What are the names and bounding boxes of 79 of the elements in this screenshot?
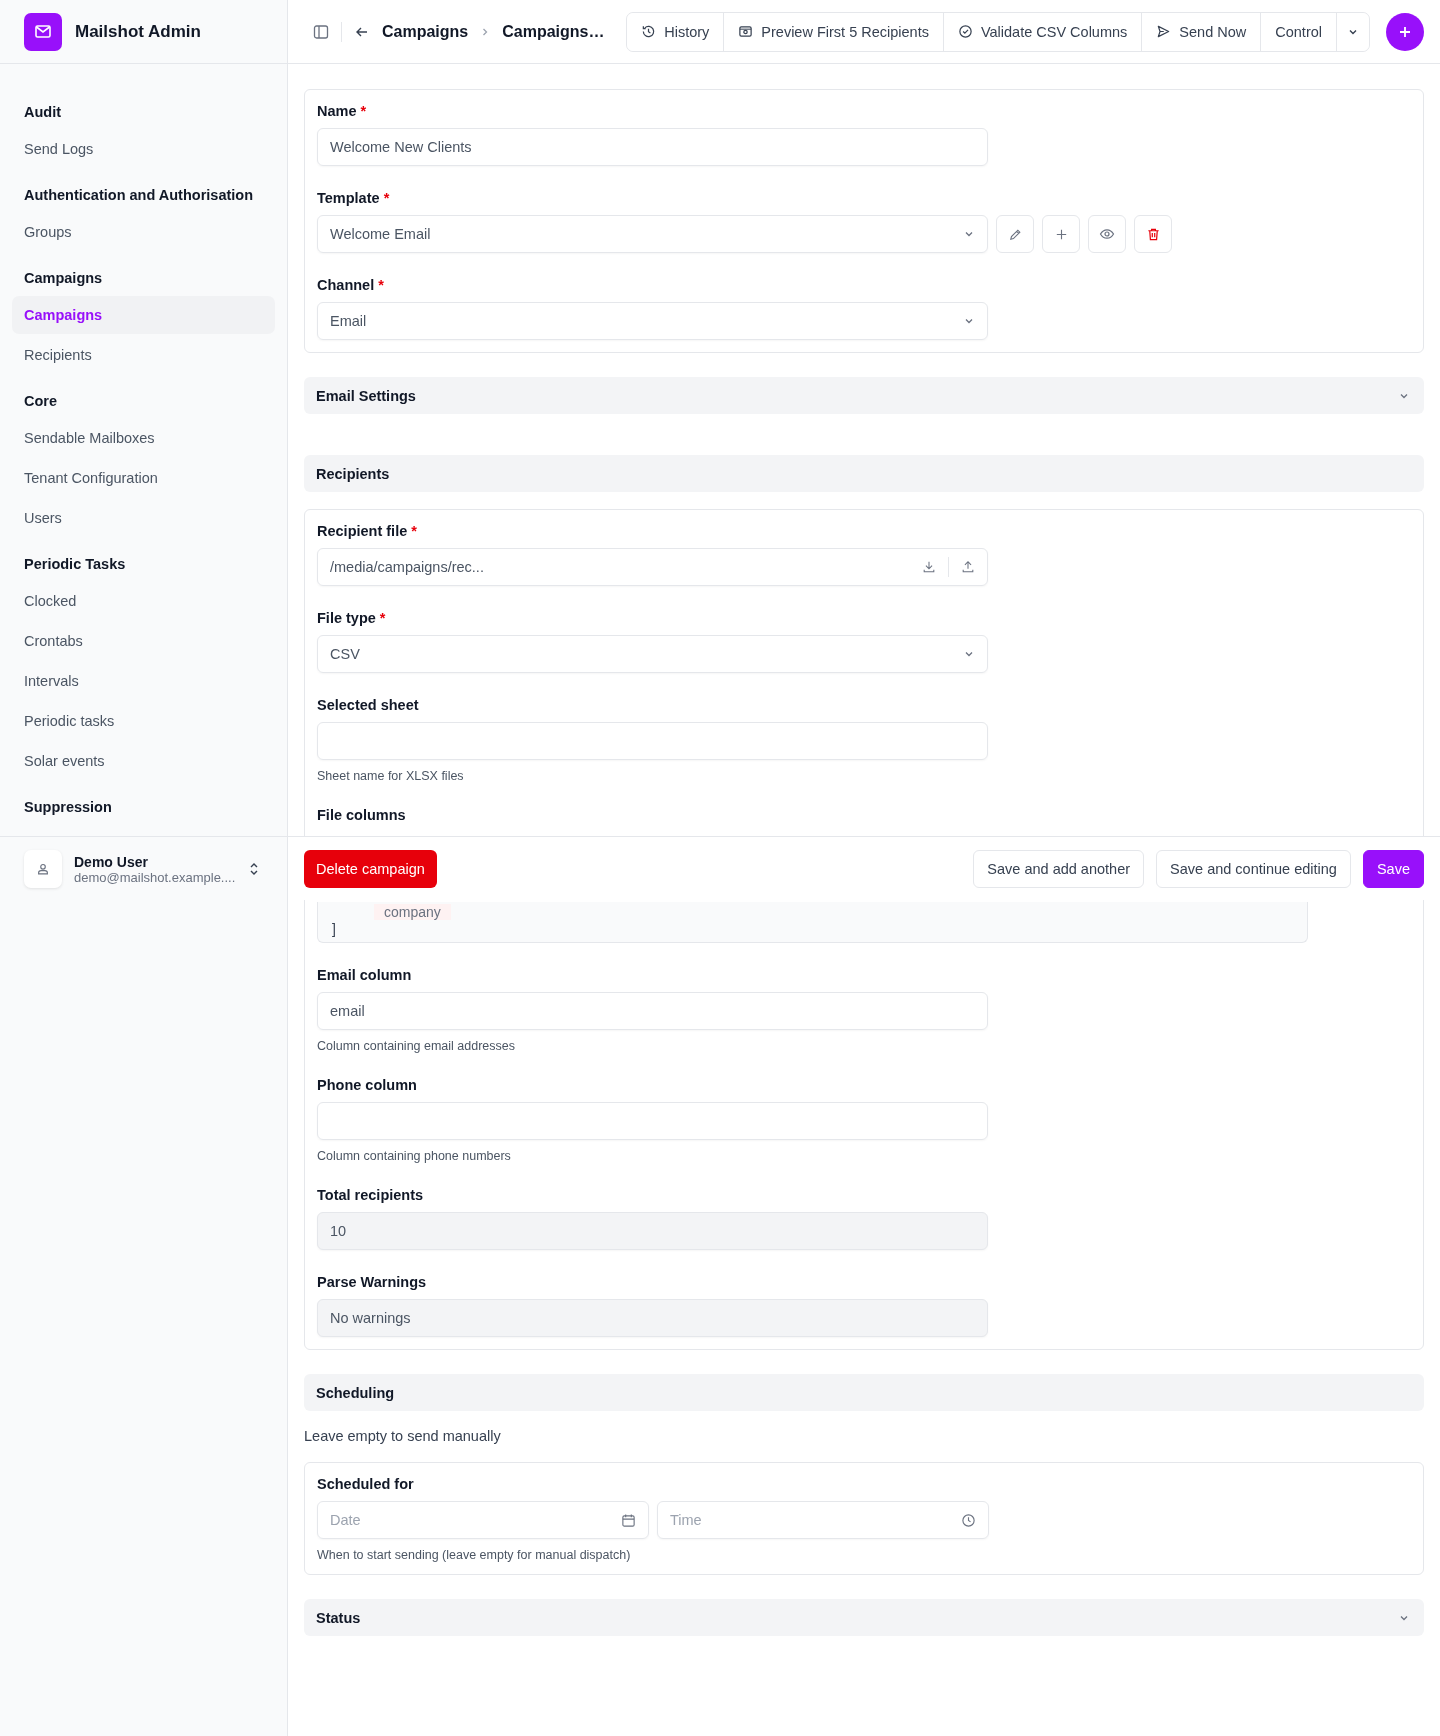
field-label: Channel *	[317, 277, 385, 293]
help-text: Sheet name for XLSX files	[317, 769, 465, 783]
field-label: Recipient file *	[317, 523, 418, 539]
download-icon[interactable]	[922, 560, 936, 574]
eye-icon	[1099, 226, 1115, 242]
upload-icon[interactable]	[961, 560, 975, 574]
sidebar-item[interactable]: Sendable Mailboxes	[12, 419, 275, 457]
help-text: When to start sending (leave empty for manual dispatch)	[317, 1548, 632, 1562]
sidebar-item[interactable]: Solar events	[12, 742, 275, 780]
input-field[interactable]	[317, 722, 988, 760]
sidebar-item[interactable]: Recipients	[12, 336, 275, 374]
clock-icon	[961, 1512, 976, 1528]
app-logo-icon	[24, 12, 62, 51]
field-label: Name *	[317, 103, 368, 119]
input-field: No warnings	[317, 1299, 988, 1337]
save-button[interactable]: Save and continue editing	[1156, 849, 1351, 888]
delete-button[interactable]	[1134, 215, 1172, 253]
sidebar-item[interactable]: Periodic tasks	[12, 702, 275, 740]
field-label: Parse Warnings	[317, 1274, 428, 1290]
nav-section-heading: Suppression	[23, 798, 113, 817]
sidebar-item[interactable]: Groups	[12, 213, 275, 251]
nav-section-heading: Authentication and Authorisation	[23, 186, 255, 205]
sidebar-item[interactable]: Clocked	[12, 582, 275, 620]
sidebar-item[interactable]: Users	[12, 499, 275, 537]
save-button[interactable]: Save	[1362, 849, 1424, 888]
section-header: Recipients	[304, 455, 1424, 492]
check-circle-icon	[957, 24, 973, 39]
file-field[interactable]: /media/campaigns/rec...	[317, 548, 988, 586]
select-field[interactable]: Welcome Email	[317, 215, 988, 253]
section-header: Scheduling	[304, 1374, 1424, 1411]
field-label: Template *	[317, 190, 391, 206]
toolbar-button[interactable]: History	[627, 12, 725, 51]
input-field: 10	[317, 1212, 988, 1250]
section-description: Leave empty to send manually	[304, 1428, 502, 1444]
expand-icon[interactable]	[249, 861, 259, 877]
section-header[interactable]: Email Settings	[304, 377, 1424, 414]
code-text: ]	[332, 920, 337, 938]
preview-icon	[738, 24, 754, 39]
view-button[interactable]	[1088, 215, 1126, 253]
nav-section-heading: Periodic Tasks	[23, 555, 127, 574]
select-field[interactable]: CSV	[317, 635, 988, 673]
sidebar-item[interactable]: Campaigns	[12, 296, 275, 334]
history-icon	[641, 24, 657, 39]
breadcrumb[interactable]: Campaigns	[382, 22, 469, 41]
sidebar-item[interactable]: Crontabs	[12, 622, 275, 660]
field-label: File type *	[317, 610, 387, 626]
user-name: Demo User	[74, 853, 149, 870]
send-icon	[1156, 24, 1172, 39]
code-token: company	[374, 904, 451, 920]
breadcrumb: Campaigns…	[502, 22, 605, 41]
app-title: Mailshot Admin	[75, 21, 201, 42]
add-button[interactable]	[1386, 12, 1424, 51]
save-button[interactable]: Save and add another	[973, 849, 1145, 888]
input-field[interactable]: Welcome New Clients	[317, 128, 988, 166]
delete-campaign-button[interactable]: Delete campaign	[304, 849, 437, 888]
nav-section-heading: Audit	[23, 103, 63, 122]
nav-section-heading: Core	[23, 392, 59, 411]
input-field[interactable]	[317, 1102, 988, 1140]
field-label: File columns	[317, 807, 407, 823]
field-label: Phone column	[317, 1077, 418, 1093]
field-label: Selected sheet	[317, 697, 420, 713]
sidebar-item[interactable]: Send Logs	[12, 130, 275, 168]
user-avatar	[24, 850, 62, 888]
field-label: Total recipients	[317, 1187, 425, 1203]
field-label: Email column	[317, 967, 413, 983]
field-label: Scheduled for	[317, 1476, 415, 1492]
user-email: demo@mailshot.example....	[74, 869, 237, 885]
trash-icon	[1145, 226, 1161, 242]
help-text: Column containing phone numbers	[317, 1149, 512, 1163]
section-header[interactable]: Status	[304, 1599, 1424, 1636]
select-field[interactable]: Email	[317, 302, 988, 340]
nav-section-heading: Campaigns	[23, 269, 104, 288]
sidebar-toggle-icon[interactable]	[313, 23, 329, 40]
code-field[interactable]: company ]	[317, 902, 1308, 943]
help-text: Column containing email addresses	[317, 1039, 517, 1053]
input-field[interactable]: email	[317, 992, 988, 1030]
sidebar-item[interactable]: Tenant Configuration	[12, 459, 275, 497]
calendar-icon	[621, 1512, 636, 1528]
sidebar-item[interactable]: Intervals	[12, 662, 275, 700]
